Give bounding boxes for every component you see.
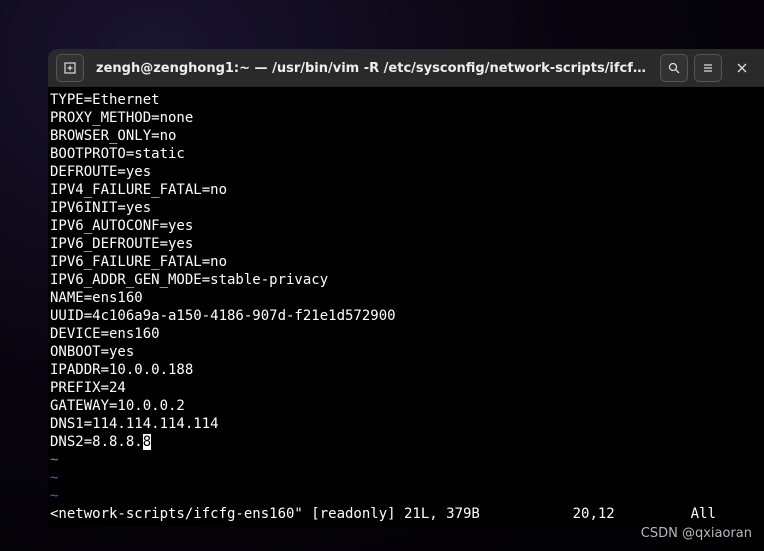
file-line: IPADDR=10.0.0.188 (50, 361, 762, 379)
vim-status-line: <network-scripts/ifcfg-ens160" [readonly… (50, 505, 762, 523)
file-line: DEFROUTE=yes (50, 163, 762, 181)
status-scroll: All (691, 506, 716, 522)
file-line: IPV6_ADDR_GEN_MODE=stable-privacy (50, 271, 762, 289)
file-line: UUID=4c106a9a-a150-4186-907d-f21e1d57290… (50, 307, 762, 325)
window-title: zengh@zenghong1:~ — /usr/bin/vim -R /etc… (96, 61, 648, 76)
cursor: 8 (143, 434, 151, 450)
terminal-body[interactable]: TYPE=Ethernet PROXY_METHOD=none BROWSER_… (48, 87, 764, 527)
titlebar: zengh@zenghong1:~ — /usr/bin/vim -R /etc… (48, 49, 764, 87)
close-button[interactable] (728, 54, 756, 82)
file-line: ONBOOT=yes (50, 343, 762, 361)
file-line: IPV4_FAILURE_FATAL=no (50, 181, 762, 199)
terminal-window: zengh@zenghong1:~ — /usr/bin/vim -R /etc… (48, 49, 764, 527)
file-line: PROXY_METHOD=none (50, 109, 762, 127)
file-line: TYPE=Ethernet (50, 91, 762, 109)
hamburger-icon (701, 61, 715, 75)
file-line: DNS1=114.114.114.114 (50, 415, 762, 433)
status-gap2 (615, 506, 691, 522)
new-tab-icon (63, 61, 77, 75)
status-gap1 (480, 506, 573, 522)
empty-line-tilde: ~ (50, 451, 762, 469)
search-button[interactable] (660, 54, 688, 82)
status-position: 20,12 (573, 506, 615, 522)
watermark: CSDN @qxiaoran (641, 526, 752, 541)
menu-button[interactable] (694, 54, 722, 82)
file-line: PREFIX=24 (50, 379, 762, 397)
titlebar-actions (660, 54, 756, 82)
file-line: DEVICE=ens160 (50, 325, 762, 343)
file-line: GATEWAY=10.0.0.2 (50, 397, 762, 415)
file-line: IPV6_FAILURE_FATAL=no (50, 253, 762, 271)
empty-line-tilde: ~ (50, 487, 762, 505)
cursor-line: DNS2=8.8.8.8 (50, 433, 762, 451)
cursor-line-before: DNS2=8.8.8. (50, 434, 143, 450)
file-line: NAME=ens160 (50, 289, 762, 307)
close-icon (735, 61, 749, 75)
search-icon (667, 61, 681, 75)
file-line: BROWSER_ONLY=no (50, 127, 762, 145)
file-line: IPV6INIT=yes (50, 199, 762, 217)
empty-line-tilde: ~ (50, 469, 762, 487)
new-tab-button[interactable] (56, 54, 84, 82)
file-line: IPV6_AUTOCONF=yes (50, 217, 762, 235)
file-line: BOOTPROTO=static (50, 145, 762, 163)
status-file: <network-scripts/ifcfg-ens160" [readonly… (50, 506, 480, 522)
file-line: IPV6_DEFROUTE=yes (50, 235, 762, 253)
